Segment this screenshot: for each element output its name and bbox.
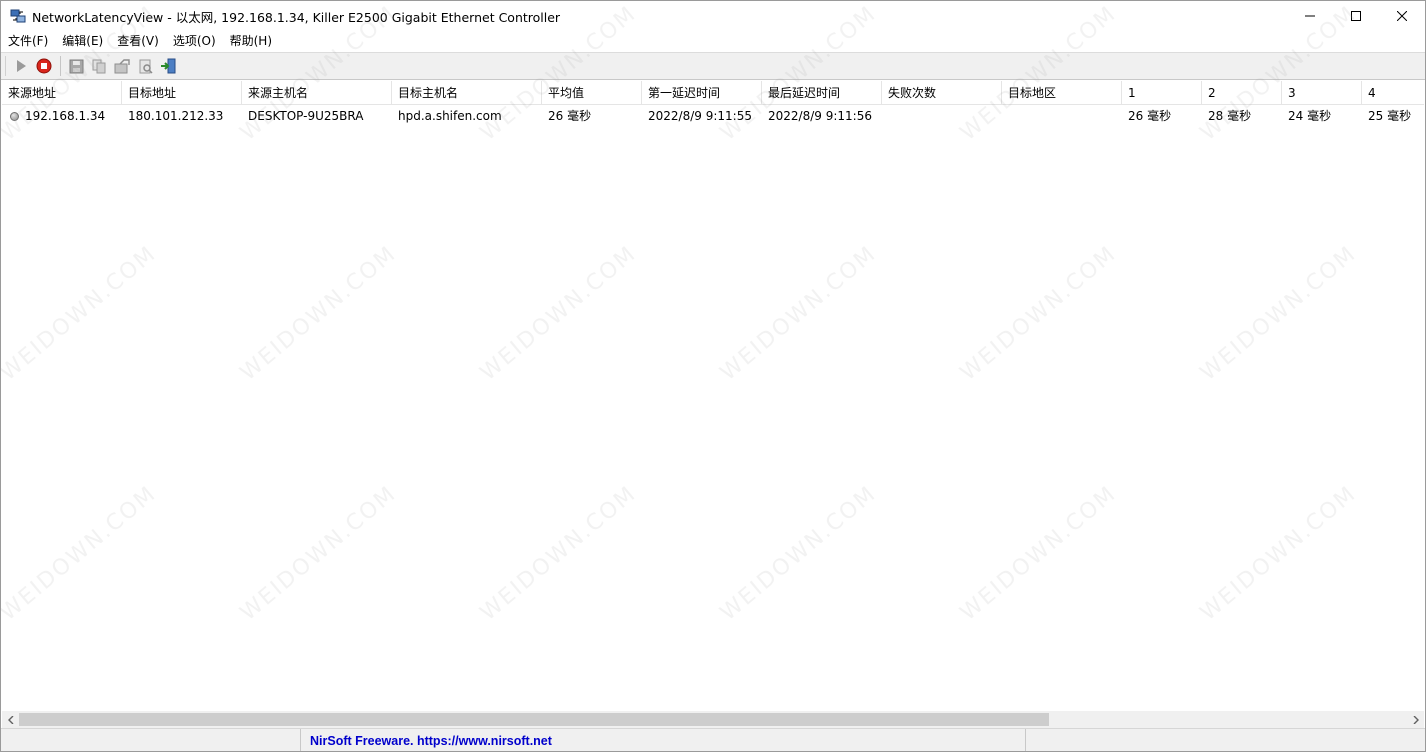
menu-edit[interactable]: 编辑(E) xyxy=(55,31,110,52)
list-rows: 192.168.1.34 180.101.212.33 DESKTOP-9U25… xyxy=(2,105,1424,127)
cell-source-address: 192.168.1.34 xyxy=(2,105,122,127)
status-bar: NirSoft Freeware. https://www.nirsoft.ne… xyxy=(1,728,1425,751)
menu-file[interactable]: 文件(F) xyxy=(1,31,55,52)
toolbar xyxy=(1,52,1425,80)
cell-failed-count xyxy=(882,105,1002,127)
cell-source-address-text: 192.168.1.34 xyxy=(25,109,106,123)
list-header: 来源地址 目标地址 来源主机名 目标主机名 平均值 第一延迟时间 最后延迟时间 … xyxy=(2,81,1424,105)
exit-button[interactable] xyxy=(157,55,179,77)
chevron-right-icon xyxy=(1413,715,1419,724)
title-bar[interactable]: NetworkLatencyView - 以太网, 192.168.1.34, … xyxy=(1,1,1425,31)
scrollbar-thumb[interactable] xyxy=(19,713,1049,726)
column-header-source-host[interactable]: 来源主机名 xyxy=(242,81,392,105)
column-header-destination-host[interactable]: 目标主机名 xyxy=(392,81,542,105)
cell-source-host: DESKTOP-9U25BRA xyxy=(248,109,364,123)
menu-bar: 文件(F) 编辑(E) 查看(V) 选项(O) 帮助(H) xyxy=(1,31,1425,52)
table-row[interactable]: 192.168.1.34 180.101.212.33 DESKTOP-9U25… xyxy=(2,105,1424,127)
menu-help[interactable]: 帮助(H) xyxy=(223,31,279,52)
status-panel-count xyxy=(1,729,301,751)
start-button[interactable] xyxy=(10,55,32,77)
stop-icon xyxy=(36,58,52,74)
cell-first-ping-time: 2022/8/9 9:11:55 xyxy=(648,109,752,123)
copy-button[interactable] xyxy=(88,55,110,77)
column-header-destination-address[interactable]: 目标地址 xyxy=(122,81,242,105)
toolbar-grip xyxy=(5,56,8,76)
cell-ping-4: 25 毫秒 xyxy=(1368,109,1412,123)
cell-destination-host: hpd.a.shifen.com xyxy=(398,109,502,123)
properties-icon xyxy=(139,59,153,74)
maximize-icon xyxy=(1351,11,1361,21)
column-header-failed-count[interactable]: 失败次数 xyxy=(882,81,1002,105)
copy-icon xyxy=(92,59,105,73)
cell-average: 26 毫秒 xyxy=(548,109,592,123)
toolbar-separator xyxy=(60,56,61,76)
exit-icon xyxy=(161,58,176,74)
column-header-ping-2[interactable]: 2 xyxy=(1202,81,1282,105)
minimize-button[interactable] xyxy=(1287,1,1333,31)
menu-view[interactable]: 查看(V) xyxy=(110,31,166,52)
column-header-ping-4[interactable]: 4 xyxy=(1362,81,1424,105)
app-window: NetworkLatencyView - 以太网, 192.168.1.34, … xyxy=(0,0,1426,752)
close-button[interactable] xyxy=(1379,1,1425,31)
cell-destination-country xyxy=(1002,105,1122,127)
scroll-right-button[interactable] xyxy=(1407,711,1424,728)
column-header-ping-1[interactable]: 1 xyxy=(1122,81,1202,105)
cell-destination-address: 180.101.212.33 xyxy=(128,109,224,123)
chevron-left-icon xyxy=(7,715,13,724)
network-app-icon xyxy=(10,8,26,24)
window-title: NetworkLatencyView - 以太网, 192.168.1.34, … xyxy=(32,9,561,25)
status-panel-extra xyxy=(1026,729,1425,751)
maximize-button[interactable] xyxy=(1333,1,1379,31)
save-icon xyxy=(69,59,83,73)
column-header-ping-3[interactable]: 3 xyxy=(1282,81,1362,105)
minimize-icon xyxy=(1305,15,1315,17)
column-header-destination-country[interactable]: 目标地区 xyxy=(1002,81,1122,105)
column-header-average[interactable]: 平均值 xyxy=(542,81,642,105)
html-report-icon xyxy=(114,58,130,73)
scroll-left-button[interactable] xyxy=(2,711,19,728)
cell-last-ping-time: 2022/8/9 9:11:56 xyxy=(768,109,872,123)
close-icon xyxy=(1397,11,1407,21)
status-panel-link: NirSoft Freeware. https://www.nirsoft.ne… xyxy=(301,729,1026,751)
scrollbar-track[interactable] xyxy=(19,711,1407,728)
horizontal-scrollbar[interactable] xyxy=(2,711,1424,728)
play-icon xyxy=(17,60,26,72)
report-button[interactable] xyxy=(111,55,133,77)
status-dot-icon xyxy=(10,111,19,121)
column-header-last-ping-time[interactable]: 最后延迟时间 xyxy=(762,81,882,105)
column-header-first-ping-time[interactable]: 第一延迟时间 xyxy=(642,81,762,105)
cell-ping-3: 24 毫秒 xyxy=(1288,109,1332,123)
nirsoft-link[interactable]: NirSoft Freeware. https://www.nirsoft.ne… xyxy=(301,734,552,748)
properties-button[interactable] xyxy=(134,55,156,77)
menu-options[interactable]: 选项(O) xyxy=(166,31,223,52)
cell-ping-1: 26 毫秒 xyxy=(1128,109,1172,123)
latency-list[interactable]: 来源地址 目标地址 来源主机名 目标主机名 平均值 第一延迟时间 最后延迟时间 … xyxy=(2,81,1424,711)
save-button[interactable] xyxy=(65,55,87,77)
column-header-source-address[interactable]: 来源地址 xyxy=(2,81,122,105)
cell-ping-2: 28 毫秒 xyxy=(1208,109,1252,123)
stop-button[interactable] xyxy=(33,55,55,77)
